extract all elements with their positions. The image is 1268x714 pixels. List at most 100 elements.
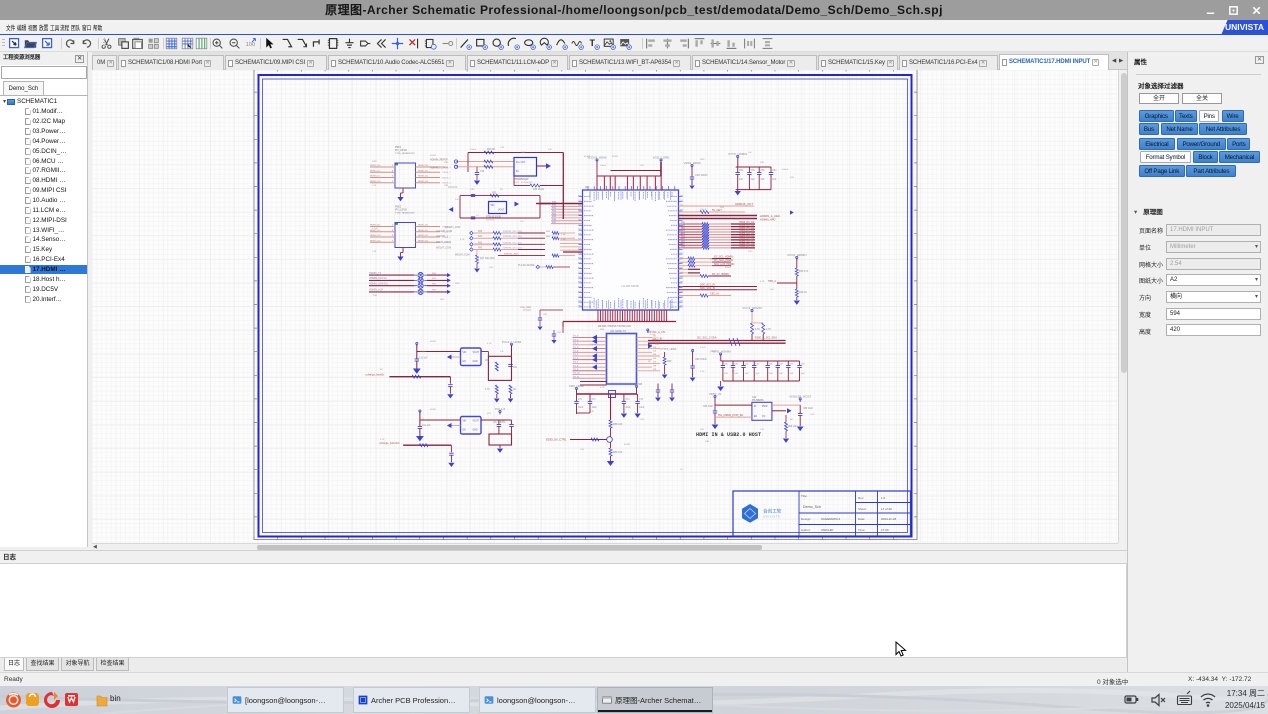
svg-text:P5K1: P5K1 <box>395 146 402 149</box>
svg-text:P5USB2PA: P5USB2PA <box>752 399 764 402</box>
svg-text:10K: 10K <box>770 289 774 291</box>
svg-text:TX_9: TX_9 <box>573 369 579 371</box>
svg-text:1uF: 1uF <box>500 351 504 353</box>
svg-text:合创工软: 合创工软 <box>763 508 782 515</box>
svg-text:Title:: Title: <box>801 494 808 498</box>
svg-text:1.0: 1.0 <box>881 496 886 500</box>
svg-text:HDMI_D1-: HDMI_D1- <box>418 170 429 172</box>
svg-text:C7x: C7x <box>625 399 630 401</box>
svg-text:100nF: 100nF <box>420 351 427 353</box>
svg-text:VD33_HDMI: VD33_HDMI <box>684 161 701 165</box>
svg-text:1.0K: 1.0K <box>561 234 566 236</box>
svg-text:C2x: C2x <box>513 367 518 369</box>
svg-text:HDMI4K_OUT: HDMI4K_OUT <box>735 202 753 206</box>
svg-text:RT9193-33GB: RT9193-33GB <box>486 217 501 219</box>
svg-text:C9x: C9x <box>790 364 795 366</box>
svg-text:I2C_SCL_2 SDA: I2C_SCL_2 SDA <box>697 336 717 340</box>
svg-text:33R: 33R <box>373 295 377 297</box>
svg-text:EN: EN <box>463 361 467 363</box>
svg-text:10uF: 10uF <box>578 407 584 409</box>
svg-text:OC: OC <box>762 416 766 418</box>
svg-text:C7x: C7x <box>639 399 644 401</box>
svg-text:R45 47K: R45 47K <box>799 270 809 273</box>
svg-text:C9x: C9x <box>755 364 760 366</box>
svg-text:U N I V I S T A: U N I V I S T A <box>763 515 780 519</box>
svg-text:0.1uF: 0.1uF <box>650 334 656 336</box>
svg-text:EN: EN <box>463 430 467 432</box>
svg-text:PGA_WRN: PGA_WRN <box>520 306 531 309</box>
svg-text:DDC_SDA_IN: DDC_SDA_IN <box>700 287 715 290</box>
svg-text:TX_11: TX_11 <box>573 376 580 378</box>
svg-text:O8: O8 <box>653 365 657 367</box>
svg-text:C5x: C5x <box>760 169 765 172</box>
svg-text:C19: C19 <box>372 185 377 187</box>
svg-text:C53: C53 <box>640 419 645 421</box>
svg-text:IN+ OUT: IN+ OUT <box>516 161 526 164</box>
svg-text:1uF: 1uF <box>455 199 459 201</box>
svg-text:HPD_A: HPD_A <box>768 280 776 283</box>
svg-text:C9x: C9x <box>724 364 729 366</box>
svg-text:C7x: C7x <box>578 399 583 401</box>
svg-text:1uF: 1uF <box>769 373 773 375</box>
svg-text:1uF: 1uF <box>779 373 783 375</box>
svg-text:4.7K: 4.7K <box>760 281 765 283</box>
svg-text:GND: GND <box>473 361 478 363</box>
svg-text:Time:: Time: <box>858 528 866 532</box>
svg-text:P5K2: P5K2 <box>395 206 402 209</box>
svg-text:R43: R43 <box>478 248 483 250</box>
svg-text:100nF: 100nF <box>782 169 789 171</box>
svg-text:1uF: 1uF <box>520 221 524 223</box>
svg-text:NC: NC <box>712 351 716 353</box>
svg-text:NC: NC <box>513 389 517 391</box>
svg-text:4.7K: 4.7K <box>460 239 465 241</box>
svg-text:HDMI_D2+: HDMI_D2+ <box>370 235 382 237</box>
svg-text:PCL3.3_HDMI: PCL3.3_HDMI <box>502 340 522 344</box>
svg-text:10K: 10K <box>590 411 594 413</box>
svg-text:CEC_IN: CEC_IN <box>710 293 719 296</box>
svg-text:Rev:: Rev: <box>858 496 864 500</box>
svg-text:C18: C18 <box>372 251 377 253</box>
svg-text:DNP: DNP <box>700 159 705 161</box>
svg-text:100nF: 100nF <box>470 149 477 151</box>
svg-text:C1x 1uF: C1x 1uF <box>422 425 431 427</box>
svg-text:WD1AT_COM: WD1AT_COM <box>455 254 470 257</box>
svg-text:TMDS_1: TMDS_1 <box>442 172 451 174</box>
svg-text:C56: C56 <box>580 449 585 451</box>
svg-text:TX_4: TX_4 <box>573 351 579 353</box>
svg-text:D0-D23 / HSYNC VSYNC CLK: D0-D23 / HSYNC VSYNC CLK <box>598 325 631 328</box>
svg-text:C1x 1uF: C1x 1uF <box>419 358 428 360</box>
svg-text:vchange_hdmi5v: vchange_hdmi5v <box>365 374 385 377</box>
svg-text:L3: L3 <box>476 215 479 217</box>
svg-text:1uF: 1uF <box>751 178 756 181</box>
svg-text:0.1uF: 0.1uF <box>748 239 754 241</box>
svg-text:HDMIN_SDA/SCL: HDMIN_SDA/SCL <box>369 283 389 286</box>
svg-text:C28: C28 <box>500 147 505 149</box>
svg-text:10K: 10K <box>640 165 644 167</box>
svg-text:HDMI_D3-: HDMI_D3- <box>418 181 429 183</box>
svg-text:DNP: DNP <box>440 299 445 301</box>
svg-text:Author:: Author: <box>801 528 811 532</box>
svg-text:EDID_5V_CTRL: EDID_5V_CTRL <box>546 438 567 442</box>
svg-text:4.7K: 4.7K <box>766 328 771 331</box>
svg-text:VCC3_HDMIN: VCC3_HDMIN <box>742 306 762 310</box>
svg-text:vchange_hdmi3v3: vchange_hdmi3v3 <box>379 442 400 445</box>
svg-text:TMDS_2: TMDS_2 <box>442 177 451 179</box>
svg-text:R35: R35 <box>492 193 497 195</box>
svg-text:R95 10K: R95 10K <box>788 426 797 428</box>
svg-text:10K: 10K <box>700 429 704 431</box>
svg-text:100nF: 100nF <box>700 209 707 211</box>
svg-text:HDMI_D3+: HDMI_D3+ <box>370 240 382 242</box>
svg-text:HDMIN_TX: HDMIN_TX <box>369 272 382 275</box>
svg-text:33R: 33R <box>470 189 474 191</box>
svg-text:DNP: DNP <box>521 152 526 154</box>
svg-text:Demo_Sch: Demo_Sch <box>803 505 821 509</box>
svg-text:VCC5_HDMIN: VCC5_HDMIN <box>787 253 807 257</box>
svg-text:I2C_SDA_HDMIN: I2C_SDA_HDMIN <box>714 259 733 262</box>
svg-text:49.9R: 49.9R <box>430 341 436 343</box>
svg-text:WD2C_12000: WD2C_12000 <box>436 241 452 244</box>
svg-text:17:00: 17:00 <box>881 528 889 532</box>
svg-text:L8: L8 <box>680 469 683 471</box>
svg-text:1.0K: 1.0K <box>561 239 566 241</box>
svg-text:VOUT: VOUT <box>473 421 480 423</box>
svg-text:HDMI_RX_D9: HDMI_RX_D9 <box>739 245 755 248</box>
